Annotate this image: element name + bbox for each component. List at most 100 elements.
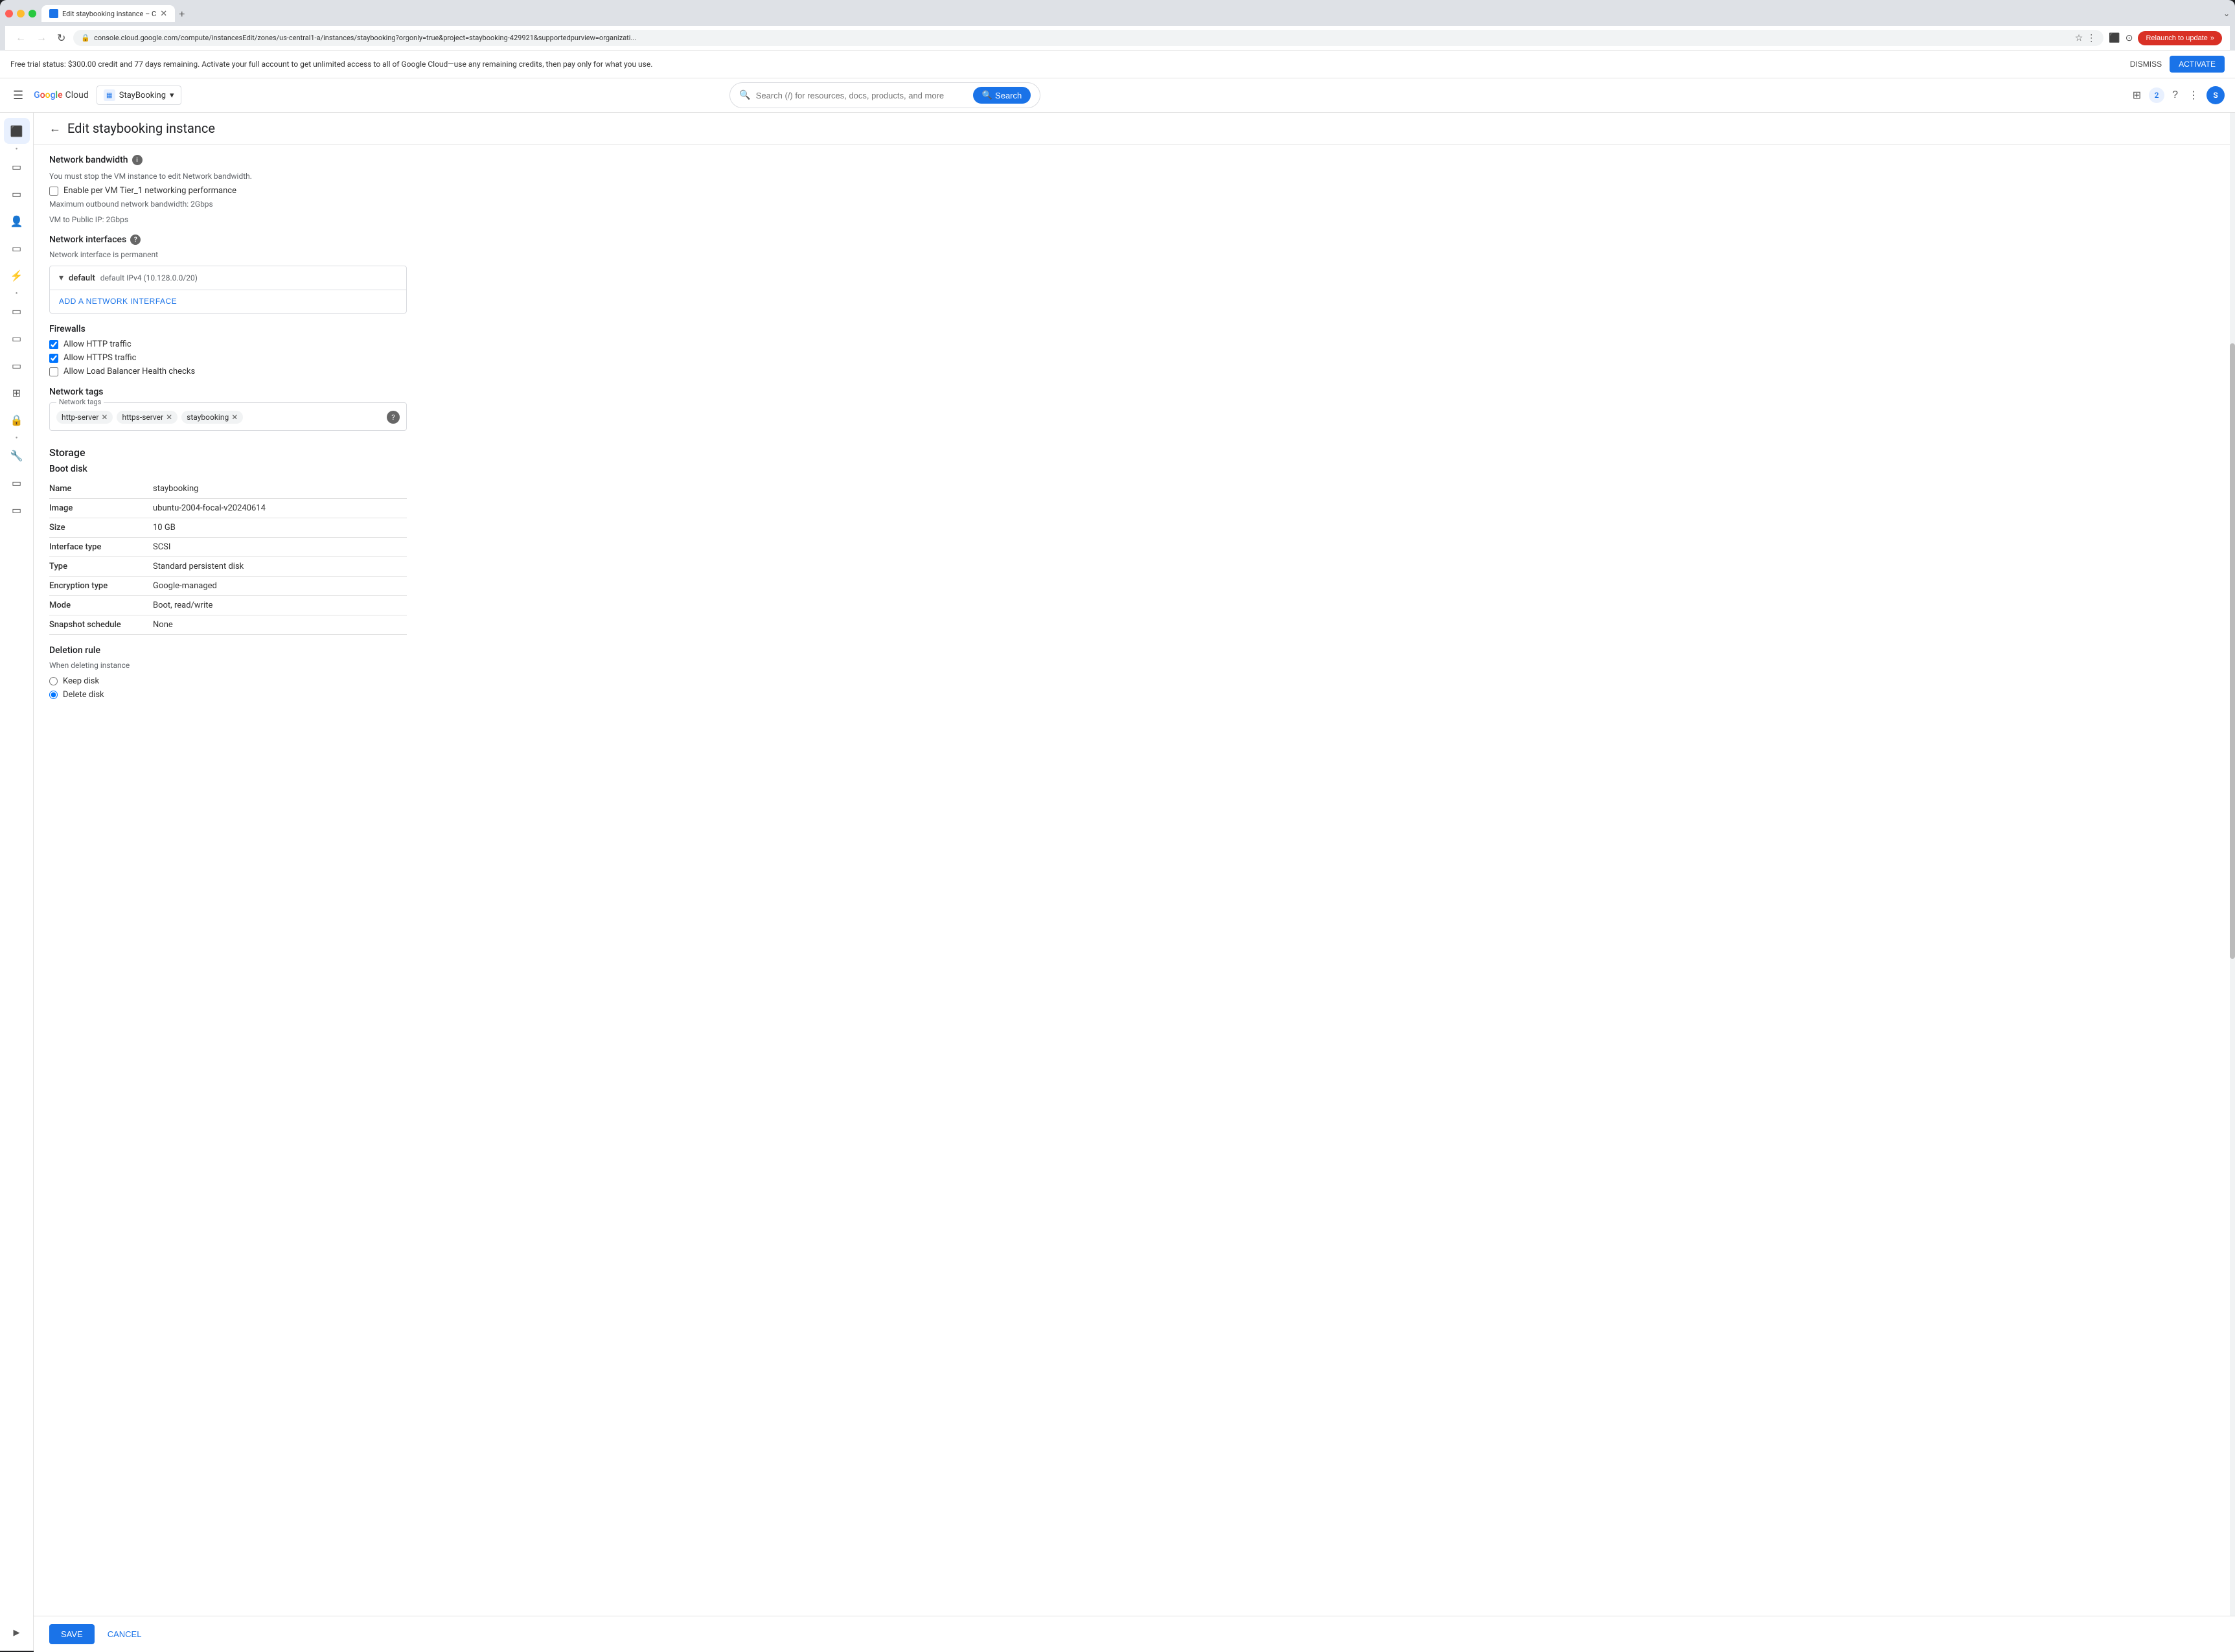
active-tab[interactable]: Edit staybooking instance – C ✕ bbox=[41, 5, 175, 22]
tab-bar: Edit staybooking instance – C ✕ + bbox=[41, 5, 2218, 22]
sidebar-item-tools[interactable]: 🔧 bbox=[4, 442, 30, 468]
banner-activate-btn[interactable]: ACTIVATE bbox=[2170, 56, 2225, 73]
tab-close-btn[interactable]: ✕ bbox=[160, 10, 167, 18]
tag-label-http-server: http-server bbox=[62, 413, 98, 422]
storage-title: Storage bbox=[49, 446, 407, 459]
cloud-shell-btn[interactable]: ⊞ bbox=[2130, 86, 2144, 104]
http-traffic-checkbox[interactable] bbox=[49, 340, 58, 349]
page-header: ← Edit staybooking instance bbox=[34, 113, 2235, 144]
extensions-btn[interactable]: ⬛ bbox=[2109, 32, 2120, 43]
sidebar-dot-2: ● bbox=[16, 291, 18, 295]
sidebar-item-registry[interactable]: ▭ bbox=[4, 181, 30, 207]
project-selector[interactable]: ▦ StayBooking ▾ bbox=[97, 86, 181, 105]
search-input[interactable] bbox=[756, 91, 968, 100]
https-traffic-checkbox[interactable] bbox=[49, 354, 58, 363]
google-cloud-logo: Google Cloud bbox=[34, 90, 89, 100]
delete-disk-radio[interactable] bbox=[49, 691, 58, 699]
avatar[interactable]: S bbox=[2206, 86, 2225, 104]
sidebar-item-data[interactable]: ▭ bbox=[4, 497, 30, 523]
banner-text: Free trial status: $300.00 credit and 77… bbox=[10, 60, 2130, 69]
sidebar-item-security[interactable]: 🔒 bbox=[4, 407, 30, 433]
vm-to-public-text: VM to Public IP: 2Gbps bbox=[49, 215, 407, 224]
save-button[interactable]: SAVE bbox=[49, 1624, 95, 1644]
network-bandwidth-section: Network bandwidth i You must stop the VM… bbox=[49, 155, 407, 224]
boot-disk-section: Boot disk Name staybooking Image ubu bbox=[49, 464, 407, 635]
field-label-type: Type bbox=[49, 557, 153, 577]
tag-label-https-server: https-server bbox=[122, 413, 163, 422]
back-btn[interactable]: ← bbox=[49, 122, 61, 135]
sidebar-item-deploy[interactable]: ▭ bbox=[4, 470, 30, 496]
tag-remove-https-server[interactable]: ✕ bbox=[166, 413, 172, 421]
tag-chip-staybooking: staybooking ✕ bbox=[181, 411, 243, 424]
tag-remove-staybooking[interactable]: ✕ bbox=[231, 413, 238, 421]
sidebar-expand-btn[interactable]: ▶ bbox=[4, 1620, 30, 1646]
sidebar-item-networking[interactable]: ▭ bbox=[4, 235, 30, 261]
browser-expand-btn[interactable]: ⌄ bbox=[2223, 9, 2230, 18]
help-btn[interactable]: ? bbox=[2170, 87, 2181, 104]
deletion-rule-title: Deletion rule bbox=[49, 645, 407, 656]
boot-disk-title: Boot disk bbox=[49, 464, 407, 474]
tags-input-box[interactable]: Network tags http-server ✕ https-server … bbox=[49, 402, 407, 431]
table-row: Image ubuntu-2004-focal-v20240614 bbox=[49, 499, 407, 518]
sidebar-item-monitoring[interactable]: ▭ bbox=[4, 325, 30, 351]
field-value-snapshot: None bbox=[153, 615, 407, 635]
interface-detail: default IPv4 (10.128.0.0/20) bbox=[100, 273, 198, 282]
tier1-checkbox[interactable] bbox=[49, 187, 58, 196]
network-interface-row[interactable]: ▾ default default IPv4 (10.128.0.0/20) bbox=[50, 266, 406, 290]
tab-title: Edit staybooking instance – C bbox=[62, 10, 156, 18]
tag-chip-http-server: http-server ✕ bbox=[56, 411, 113, 424]
profile-btn[interactable]: ⊙ bbox=[2126, 32, 2133, 43]
sidebar-item-compute[interactable]: ⬛ bbox=[4, 118, 30, 144]
functions-icon: ⚡ bbox=[10, 270, 23, 282]
bookmark-btn[interactable]: ☆ bbox=[2075, 32, 2083, 43]
address-text: console.cloud.google.com/compute/instanc… bbox=[94, 34, 2071, 42]
new-tab-btn[interactable]: + bbox=[175, 9, 189, 21]
field-value-size: 10 GB bbox=[153, 518, 407, 538]
lb-health-row: Allow Load Balancer Health checks bbox=[49, 367, 407, 376]
tab-favicon bbox=[49, 9, 58, 18]
maximize-window-btn[interactable] bbox=[29, 10, 36, 17]
banner-dismiss-btn[interactable]: DISMISS bbox=[2130, 60, 2162, 69]
sidebar-item-marketplace[interactable]: ▭ bbox=[4, 298, 30, 324]
sidebar-item-logging[interactable]: ▭ bbox=[4, 352, 30, 378]
reload-btn[interactable]: ↻ bbox=[54, 30, 68, 46]
add-network-row[interactable]: ADD A NETWORK INTERFACE bbox=[50, 290, 406, 313]
data-icon: ▭ bbox=[12, 504, 21, 516]
sidebar-item-sql[interactable]: ⊞ bbox=[4, 380, 30, 406]
search-submit-btn[interactable]: 🔍 Search bbox=[973, 87, 1031, 104]
sidebar-item-iam[interactable]: 👤 bbox=[4, 208, 30, 234]
scrollbar-track[interactable] bbox=[2230, 113, 2235, 1651]
deletion-sub-label: When deleting instance bbox=[49, 661, 407, 670]
keep-disk-radio[interactable] bbox=[49, 677, 58, 685]
add-network-interface-btn[interactable]: ADD A NETWORK INTERFACE bbox=[59, 297, 177, 306]
sidebar-item-functions[interactable]: ⚡ bbox=[4, 262, 30, 288]
search-icon: 🔍 bbox=[739, 90, 750, 100]
cancel-button[interactable]: CANCEL bbox=[102, 1624, 147, 1644]
more-menu-btn[interactable]: ⋮ bbox=[2186, 86, 2201, 104]
close-window-btn[interactable] bbox=[5, 10, 13, 17]
field-label-size: Size bbox=[49, 518, 153, 538]
hamburger-menu-btn[interactable]: ☰ bbox=[10, 86, 26, 105]
forward-nav-btn[interactable]: → bbox=[34, 31, 49, 45]
search-btn-icon: 🔍 bbox=[982, 90, 992, 100]
address-bar: ← → ↻ 🔒 console.cloud.google.com/compute… bbox=[5, 26, 2230, 51]
firewalls-section: Firewalls Allow HTTP traffic Allow HTTPS… bbox=[49, 324, 407, 376]
address-icons: ☆ ⋮ bbox=[2075, 32, 2096, 43]
bandwidth-info: You must stop the VM instance to edit Ne… bbox=[49, 170, 407, 182]
relaunch-to-update-btn[interactable]: Relaunch to update » bbox=[2138, 31, 2222, 45]
sidebar-item-storage[interactable]: ▭ bbox=[4, 154, 30, 179]
tag-remove-http-server[interactable]: ✕ bbox=[101, 413, 108, 421]
tags-help-icon[interactable]: ? bbox=[387, 411, 400, 424]
scrollbar-thumb[interactable] bbox=[2230, 343, 2235, 959]
bandwidth-info-icon[interactable]: i bbox=[132, 155, 143, 165]
interfaces-info-icon[interactable]: ? bbox=[130, 235, 141, 245]
tier1-label: Enable per VM Tier_1 networking performa… bbox=[63, 186, 236, 196]
main-content: ← Edit staybooking instance Network band… bbox=[34, 113, 2235, 1651]
delete-disk-label: Delete disk bbox=[63, 690, 104, 700]
lb-health-checkbox[interactable] bbox=[49, 367, 58, 376]
notifications-badge[interactable]: 2 bbox=[2149, 87, 2164, 103]
minimize-window-btn[interactable] bbox=[17, 10, 25, 17]
address-input-wrap[interactable]: 🔒 console.cloud.google.com/compute/insta… bbox=[73, 30, 2103, 46]
back-nav-btn[interactable]: ← bbox=[13, 31, 29, 45]
more-addr-btn[interactable]: ⋮ bbox=[2087, 32, 2096, 43]
